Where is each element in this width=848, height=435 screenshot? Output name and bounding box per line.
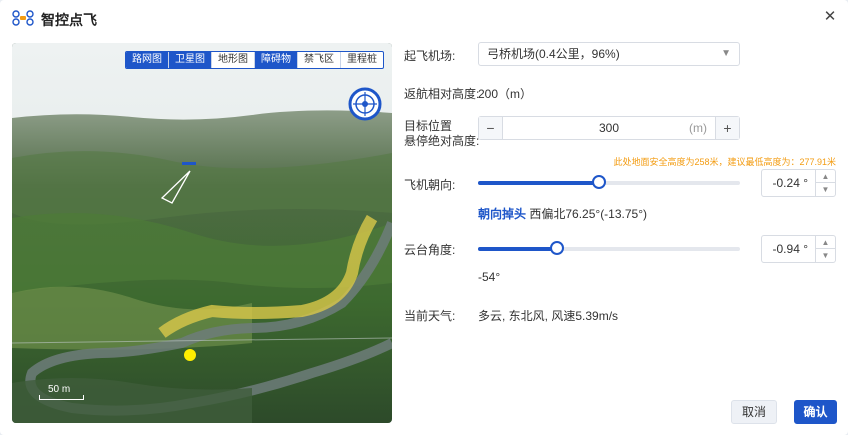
compass-icon[interactable] [348, 87, 382, 121]
takeoff-value: 弓桥机场(0.4公里，96%) [487, 47, 620, 61]
heading-arrows: ▲ ▼ [815, 170, 835, 196]
gimbal-slider-thumb[interactable] [549, 241, 564, 255]
layer-road[interactable]: 路网图 [126, 52, 169, 68]
gimbal-slider[interactable] [478, 241, 740, 255]
heading-slider-thumb[interactable] [591, 175, 606, 189]
heading-up-icon[interactable]: ▲ [816, 170, 835, 183]
decrement-button[interactable]: − [479, 117, 503, 139]
return-height-value: 200（m） [478, 87, 533, 101]
gimbal-arrows: ▲ ▼ [815, 236, 835, 262]
gimbal-down-icon[interactable]: ▼ [816, 249, 835, 262]
map-layer-toggle: 路网图 卫星图 地形图 障碍物 禁飞区 里程桩 [125, 51, 384, 69]
terrain-map[interactable]: 路网图 卫星图 地形图 障碍物 禁飞区 里程桩 50 m [12, 43, 392, 423]
gimbal-value: -0.94 ° [772, 242, 808, 256]
heading-description: 西偏北76.25°(-13.75°) [529, 207, 648, 221]
dialog-title: 智控点飞 [41, 12, 97, 28]
gimbal-up-icon[interactable]: ▲ [816, 236, 835, 249]
heading-slider-fill [478, 181, 599, 185]
hover-height-value: 300 [598, 121, 620, 135]
hover-height-field[interactable]: 300 (m) [503, 117, 715, 139]
hover-height-unit: (m) [689, 121, 707, 135]
smart-flight-dialog: 智控点飞 ✕ 路网图 卫星图 地形图 障碍物 禁飞区 里程桩 50 m 起飞机场… [0, 0, 848, 435]
gimbal-spinner[interactable]: -0.94 ° ▲ ▼ [761, 235, 836, 263]
target-label-line2: 悬停绝对高度: [404, 134, 480, 148]
cancel-button[interactable]: 取消 [731, 400, 777, 424]
gimbal-description: -54° [478, 270, 501, 284]
heading-down-icon[interactable]: ▼ [816, 183, 835, 196]
layer-satellite[interactable]: 卫星图 [169, 52, 212, 68]
hover-height-input: − 300 (m) + [478, 116, 740, 140]
heading-spinner[interactable]: -0.24 ° ▲ ▼ [761, 169, 836, 197]
takeoff-label: 起飞机场: [404, 49, 456, 63]
takeoff-select[interactable]: 弓桥机场(0.4公里，96%) ▼ [478, 42, 740, 66]
increment-button[interactable]: + [715, 117, 739, 139]
terrain-view [12, 43, 392, 423]
close-icon[interactable]: ✕ [822, 9, 838, 25]
layer-terrain[interactable]: 地形图 [212, 52, 255, 68]
confirm-button[interactable]: 确认 [794, 400, 837, 424]
weather-label: 当前天气: [404, 309, 456, 323]
heading-slider[interactable] [478, 175, 740, 189]
return-height-label: 返航相对高度: [404, 87, 480, 101]
layer-obstacles[interactable]: 障碍物 [255, 52, 298, 68]
scale-label: 50 m [48, 384, 71, 395]
gimbal-slider-fill [478, 247, 557, 251]
turn-around-link[interactable]: 朝向掉头 [478, 207, 526, 221]
gimbal-label: 云台角度: [404, 243, 456, 257]
dialog-header: 智控点飞 ✕ [0, 0, 848, 36]
heading-label: 飞机朝向: [404, 178, 456, 192]
layer-milestone[interactable]: 里程桩 [341, 52, 383, 68]
scale-bar [39, 395, 84, 400]
weather-value: 多云, 东北风, 风速5.39m/s [478, 309, 619, 323]
layer-no-fly[interactable]: 禁飞区 [298, 52, 341, 68]
safety-warning: 此处地面安全高度为258米，建议最低高度为：277.91米 [613, 157, 836, 167]
heading-value: -0.24 ° [772, 176, 808, 190]
drone-icon [12, 10, 34, 26]
heading-info: 朝向掉头 西偏北76.25°(-13.75°) [478, 205, 647, 222]
chevron-down-icon: ▼ [721, 48, 731, 59]
